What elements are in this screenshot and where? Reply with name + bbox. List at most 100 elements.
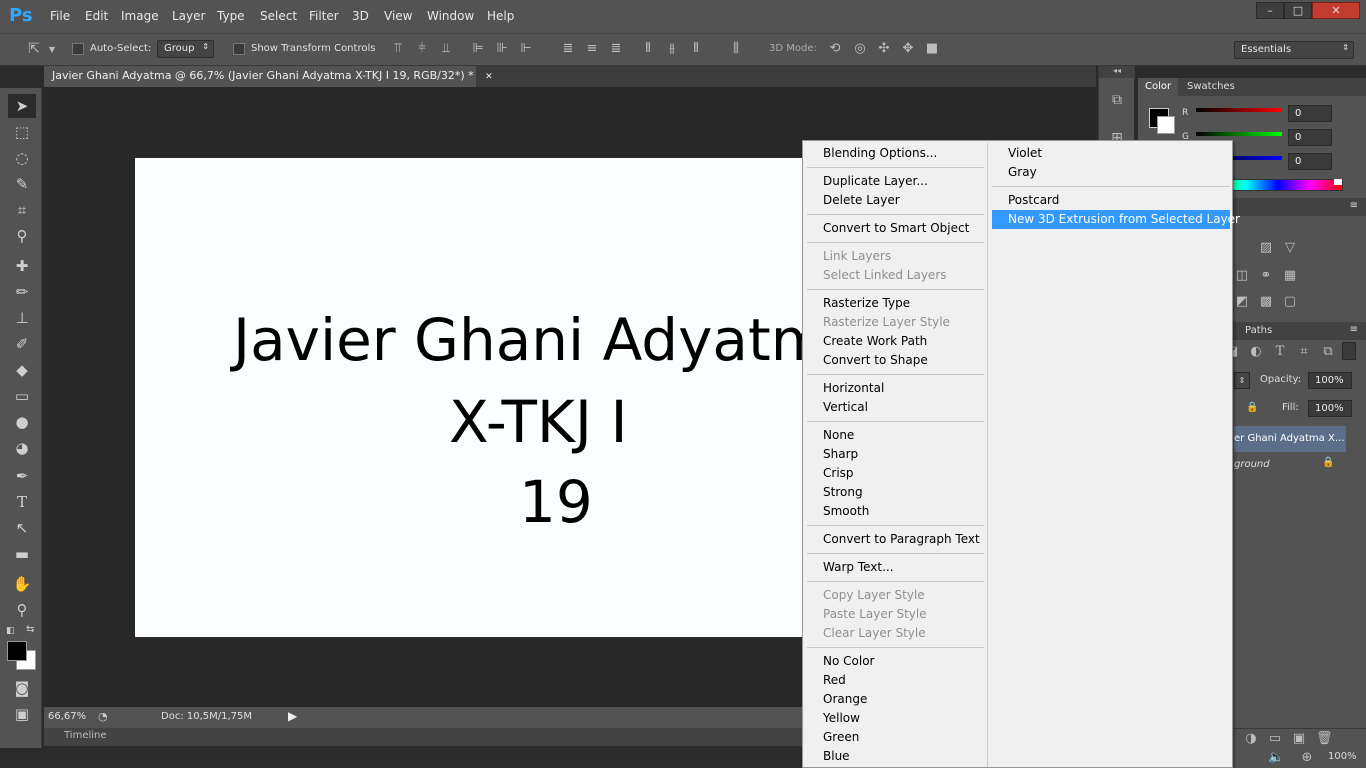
filter-shape-icon[interactable]: ⌗ bbox=[1296, 344, 1312, 360]
gradient-tool-icon[interactable]: ▭ bbox=[8, 384, 36, 408]
menu-item-delete-layer[interactable]: Delete Layer bbox=[807, 191, 984, 210]
menu-item-convert-to-paragraph-text[interactable]: Convert to Paragraph Text bbox=[807, 530, 984, 549]
photo-filter-icon[interactable]: ⚭ bbox=[1258, 268, 1274, 284]
zoom-tool-icon[interactable]: ⚲ bbox=[8, 598, 36, 622]
default-colors-icon[interactable]: ◧ bbox=[6, 626, 16, 636]
3d-slide-icon[interactable]: ✥ bbox=[899, 41, 917, 57]
auto-select-dropdown[interactable]: Group ⇕ bbox=[157, 40, 214, 58]
menu-item-strong[interactable]: Strong bbox=[807, 483, 984, 502]
filter-adjust-icon[interactable]: ◐ bbox=[1248, 344, 1264, 360]
screen-mode-icon[interactable]: ▣ bbox=[8, 702, 36, 726]
opacity-field[interactable]: 100% bbox=[1308, 372, 1352, 389]
color-panel-background-swatch[interactable] bbox=[1157, 116, 1175, 134]
menu-window[interactable]: Window bbox=[427, 9, 474, 23]
channel-r-field[interactable]: 0 bbox=[1288, 105, 1332, 122]
timeline-tab[interactable]: Timeline bbox=[64, 730, 107, 741]
tab-swatches[interactable]: Swatches bbox=[1180, 78, 1242, 96]
document-canvas[interactable]: Javier Ghani Adyatma X-TKJ I 19 bbox=[135, 158, 803, 637]
menu-image[interactable]: Image bbox=[121, 9, 159, 23]
menu-item-red[interactable]: Red bbox=[807, 671, 984, 690]
menu-item-violet[interactable]: Violet bbox=[992, 144, 1230, 163]
zoom-level[interactable]: 66,67% bbox=[48, 711, 86, 722]
align-bottom-icon[interactable]: ⫫ bbox=[438, 41, 454, 57]
type-tool-icon[interactable]: T bbox=[8, 490, 36, 514]
selective-color-icon[interactable]: ▩ bbox=[1258, 294, 1274, 310]
channel-g-field[interactable]: 0 bbox=[1288, 129, 1332, 146]
zoom-icon[interactable]: ⊕ bbox=[1300, 750, 1314, 766]
menu-item-create-work-path[interactable]: Create Work Path bbox=[807, 332, 984, 351]
align-right-icon[interactable]: ⊩ bbox=[518, 41, 534, 57]
menu-item-blue[interactable]: Blue bbox=[807, 747, 984, 766]
menu-item-postcard[interactable]: Postcard bbox=[992, 191, 1230, 210]
clone-stamp-tool-icon[interactable]: ⊥ bbox=[8, 306, 36, 330]
delete-layer-icon[interactable]: 🗑 bbox=[1316, 731, 1333, 747]
rectangle-tool-icon[interactable]: ▬ bbox=[8, 542, 36, 566]
distribute-bottom-icon[interactable]: ≣ bbox=[608, 41, 624, 57]
filter-smart-icon[interactable]: ⧉ bbox=[1320, 344, 1336, 360]
white-swatch[interactable] bbox=[1334, 179, 1342, 185]
history-panel-icon[interactable]: ⧉ bbox=[1109, 92, 1125, 108]
align-hcenter-icon[interactable]: ⊪ bbox=[494, 41, 510, 57]
dodge-tool-icon[interactable]: ◕ bbox=[8, 436, 36, 460]
status-menu-arrow-icon[interactable]: ▶ bbox=[288, 709, 297, 723]
blur-tool-icon[interactable]: ● bbox=[8, 410, 36, 434]
move-tool-icon[interactable]: ➤ bbox=[8, 94, 36, 118]
distribute-hcenter-icon[interactable]: ⫵ bbox=[664, 41, 680, 57]
menu-item-blending-options[interactable]: Blending Options... bbox=[807, 144, 984, 163]
3d-roll-icon[interactable]: ◎ bbox=[851, 41, 869, 57]
align-left-icon[interactable]: ⊫ bbox=[470, 41, 486, 57]
distribute-vcenter-icon[interactable]: ≡ bbox=[584, 41, 600, 57]
show-transform-checkbox[interactable] bbox=[233, 43, 245, 55]
marquee-tool-icon[interactable]: ⬚ bbox=[8, 120, 36, 144]
menu-item-sharp[interactable]: Sharp bbox=[807, 445, 984, 464]
align-top-icon[interactable]: ⫪ bbox=[390, 41, 406, 57]
channel-b-field[interactable]: 0 bbox=[1288, 153, 1332, 170]
workspace-dropdown[interactable]: Essentials ⇕ bbox=[1234, 41, 1354, 59]
threshold-icon[interactable]: ◩ bbox=[1234, 294, 1250, 310]
menu-item-warp-text[interactable]: Warp Text... bbox=[807, 558, 984, 577]
tab-paths[interactable]: Paths bbox=[1238, 322, 1279, 340]
brush-tool-icon[interactable]: ✏ bbox=[8, 280, 36, 304]
menu-view[interactable]: View bbox=[384, 9, 412, 23]
eraser-tool-icon[interactable]: ◆ bbox=[8, 358, 36, 382]
3d-rotate-icon[interactable]: ⟲ bbox=[826, 41, 844, 57]
minimize-button[interactable]: – bbox=[1256, 2, 1284, 19]
chevron-down-icon[interactable]: ▼ bbox=[47, 42, 57, 58]
hand-tool-icon[interactable]: ✋ bbox=[8, 572, 36, 596]
distribute-top-icon[interactable]: ≣ bbox=[560, 41, 576, 57]
quick-select-tool-icon[interactable]: ✎ bbox=[8, 172, 36, 196]
posterize-icon[interactable]: ▢ bbox=[1282, 294, 1298, 310]
channel-r-slider[interactable] bbox=[1196, 108, 1282, 112]
menu-help[interactable]: Help bbox=[487, 9, 514, 23]
menu-item-horizontal[interactable]: Horizontal bbox=[807, 379, 984, 398]
filter-toggle[interactable] bbox=[1342, 342, 1356, 360]
new-adjustment-icon[interactable]: ◑ bbox=[1244, 731, 1258, 747]
menu-item-none[interactable]: None bbox=[807, 426, 984, 445]
menu-item-gray[interactable]: Gray bbox=[992, 163, 1230, 182]
document-tab[interactable]: Javier Ghani Adyatma @ 66,7% (Javier Gha… bbox=[44, 66, 493, 87]
fill-field[interactable]: 100% bbox=[1308, 400, 1352, 417]
menu-item-crisp[interactable]: Crisp bbox=[807, 464, 984, 483]
menu-item-rasterize-type[interactable]: Rasterize Type bbox=[807, 294, 984, 313]
layer-row-background[interactable]: ground 🔒 bbox=[1234, 452, 1346, 478]
eyedropper-tool-icon[interactable]: ⚲ bbox=[8, 224, 36, 248]
blend-mode-stepper[interactable]: ⇕ bbox=[1234, 372, 1250, 389]
distribute-right-icon[interactable]: ⫴ bbox=[688, 41, 704, 57]
collapse-arrows-icon[interactable]: ◂◂ bbox=[1099, 66, 1135, 78]
lock-icon[interactable]: 🔒 bbox=[1246, 402, 1258, 413]
menu-edit[interactable]: Edit bbox=[85, 9, 108, 23]
close-tab-icon[interactable]: ✕ bbox=[485, 72, 493, 82]
panel-menu-icon[interactable]: ≡ bbox=[1350, 200, 1358, 211]
menu-select[interactable]: Select bbox=[260, 9, 297, 23]
menu-item-no-color[interactable]: No Color bbox=[807, 652, 984, 671]
auto-align-icon[interactable]: ⫼ bbox=[728, 41, 744, 57]
menu-item-yellow[interactable]: Yellow bbox=[807, 709, 984, 728]
menu-filter[interactable]: Filter bbox=[309, 9, 339, 23]
status-info-icon[interactable]: ◔ bbox=[98, 710, 108, 723]
new-layer-icon[interactable]: ▣ bbox=[1292, 731, 1306, 747]
menu-item-convert-to-shape[interactable]: Convert to Shape bbox=[807, 351, 984, 370]
layer-row-text[interactable]: er Ghani Adyatma X... bbox=[1234, 426, 1346, 452]
volume-icon[interactable]: 🔈 bbox=[1268, 750, 1284, 766]
menu-item-orange[interactable]: Orange bbox=[807, 690, 984, 709]
menu-item-green[interactable]: Green bbox=[807, 728, 984, 747]
